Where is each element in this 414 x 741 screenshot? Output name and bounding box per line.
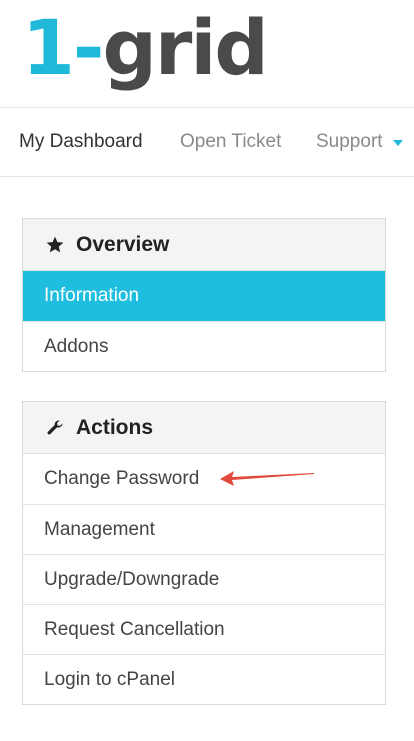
star-icon: [45, 235, 65, 255]
action-upgrade-downgrade[interactable]: Upgrade/Downgrade: [23, 554, 385, 604]
main-nav: My Dashboard Open Ticket Support: [0, 108, 414, 177]
overview-list: Information Addons: [23, 271, 385, 371]
actions-title: Actions: [76, 415, 154, 439]
actions-header: Actions: [23, 402, 385, 454]
nav-support-label: Support: [316, 131, 383, 152]
action-request-cancellation[interactable]: Request Cancellation: [23, 604, 385, 654]
caret-down-icon: [392, 140, 403, 146]
action-management[interactable]: Management: [23, 504, 385, 554]
arrow-annotation: [220, 471, 314, 486]
actions-panel: Actions Change Password Management Upgra…: [22, 401, 386, 705]
overview-header: Overview: [23, 219, 385, 271]
overview-title: Overview: [76, 232, 170, 256]
logo-part-1: 1-: [22, 3, 104, 92]
overview-panel: Overview Information Addons: [22, 218, 386, 372]
overview-item-addons[interactable]: Addons: [23, 321, 385, 371]
brand-logo[interactable]: 1- grid: [22, 3, 269, 94]
wrench-icon: [45, 418, 65, 438]
overview-item-information[interactable]: Information: [23, 271, 385, 321]
nav-support[interactable]: Support: [316, 108, 403, 176]
actions-list: Change Password Management Upgrade/Downg…: [23, 454, 385, 704]
action-change-password[interactable]: Change Password: [23, 454, 385, 504]
nav-my-dashboard[interactable]: My Dashboard: [19, 108, 143, 176]
logo-part-2: grid: [102, 3, 268, 92]
action-login-cpanel[interactable]: Login to cPanel: [23, 654, 385, 704]
nav-open-ticket[interactable]: Open Ticket: [180, 108, 281, 176]
